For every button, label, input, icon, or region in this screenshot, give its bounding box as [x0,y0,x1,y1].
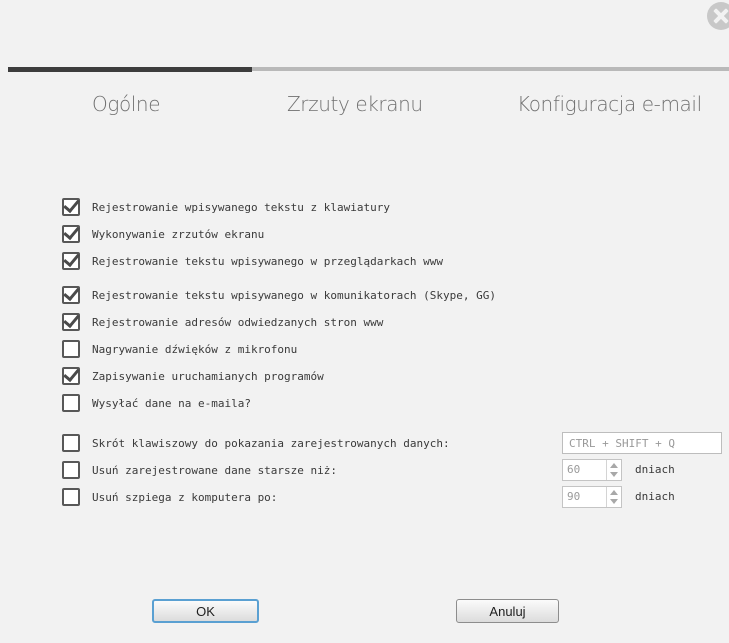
option-microphone[interactable]: Nagrywanie dźwięków z mikrofonu [62,338,297,360]
option-screenshots[interactable]: Wykonywanie zrzutów ekranu [62,223,264,245]
tab-active-indicator [8,67,252,72]
option-label: Rejestrowanie wpisywanego tekstu z klawi… [92,200,391,214]
checkbox[interactable] [62,434,80,452]
arrow-up-icon[interactable] [610,490,618,495]
stepper-value: 90 [567,490,581,503]
option-delete-older[interactable]: Usuń zarejestrowane dane starsze niż: [62,459,337,481]
option-label: Wysyłać dane na e-maila? [92,396,251,410]
cancel-button[interactable]: Anuluj [456,599,559,623]
option-label: Wykonywanie zrzutów ekranu [92,227,265,241]
stepper-arrows [606,460,621,480]
option-label: Zapisywanie uruchamianych programów [92,369,324,383]
option-label: Usuń szpiega z komputera po: [92,490,278,504]
tab-general[interactable]: Ogólne [92,92,161,116]
days-stepper[interactable]: 90 [562,486,622,508]
option-send-email[interactable]: Wysyłać dane na e-maila? [62,392,251,414]
unit-label: dniach [635,463,675,476]
option-visited-urls[interactable]: Rejestrowanie adresów odwiedzanych stron… [62,311,383,333]
days-stepper[interactable]: 60 [562,459,622,481]
checkbox[interactable] [62,367,80,385]
arrow-up-icon[interactable] [610,463,618,468]
shortcut-input[interactable] [562,432,722,454]
option-label: Skrót klawiszowy do pokazania zarejestro… [92,436,450,450]
option-keyboard-logging[interactable]: Rejestrowanie wpisywanego tekstu z klawi… [62,196,390,218]
unit-label: dniach [635,490,675,503]
option-label: Nagrywanie dźwięków z mikrofonu [92,342,298,356]
stepper-value: 60 [567,463,581,476]
option-label: Rejestrowanie tekstu wpisywanego w komun… [92,288,496,302]
checkbox[interactable] [62,252,80,270]
checkbox[interactable] [62,313,80,331]
checkbox[interactable] [62,340,80,358]
checkbox[interactable] [62,461,80,479]
tab-screenshots[interactable]: Zrzuty ekranu [287,92,423,116]
option-messenger-text[interactable]: Rejestrowanie tekstu wpisywanego w komun… [62,284,496,306]
checkbox[interactable] [62,394,80,412]
option-remove-spy[interactable]: Usuń szpiega z komputera po: [62,486,277,508]
option-label: Rejestrowanie adresów odwiedzanych stron… [92,315,384,329]
stepper-arrows [606,487,621,507]
checkbox[interactable] [62,198,80,216]
option-programs[interactable]: Zapisywanie uruchamianych programów [62,365,324,387]
checkbox[interactable] [62,225,80,243]
option-shortcut[interactable]: Skrót klawiszowy do pokazania zarejestro… [62,432,450,454]
option-browser-text[interactable]: Rejestrowanie tekstu wpisywanego w przeg… [62,250,443,272]
arrow-down-icon[interactable] [610,472,618,477]
arrow-down-icon[interactable] [610,499,618,504]
tab-email-config[interactable]: Konfiguracja e-mail [517,92,702,116]
option-label: Usuń zarejestrowane dane starsze niż: [92,463,338,477]
option-label: Rejestrowanie tekstu wpisywanego w przeg… [92,254,443,268]
ok-button[interactable]: OK [152,599,259,623]
checkbox[interactable] [62,488,80,506]
checkbox[interactable] [62,286,80,304]
close-icon[interactable] [707,2,729,30]
